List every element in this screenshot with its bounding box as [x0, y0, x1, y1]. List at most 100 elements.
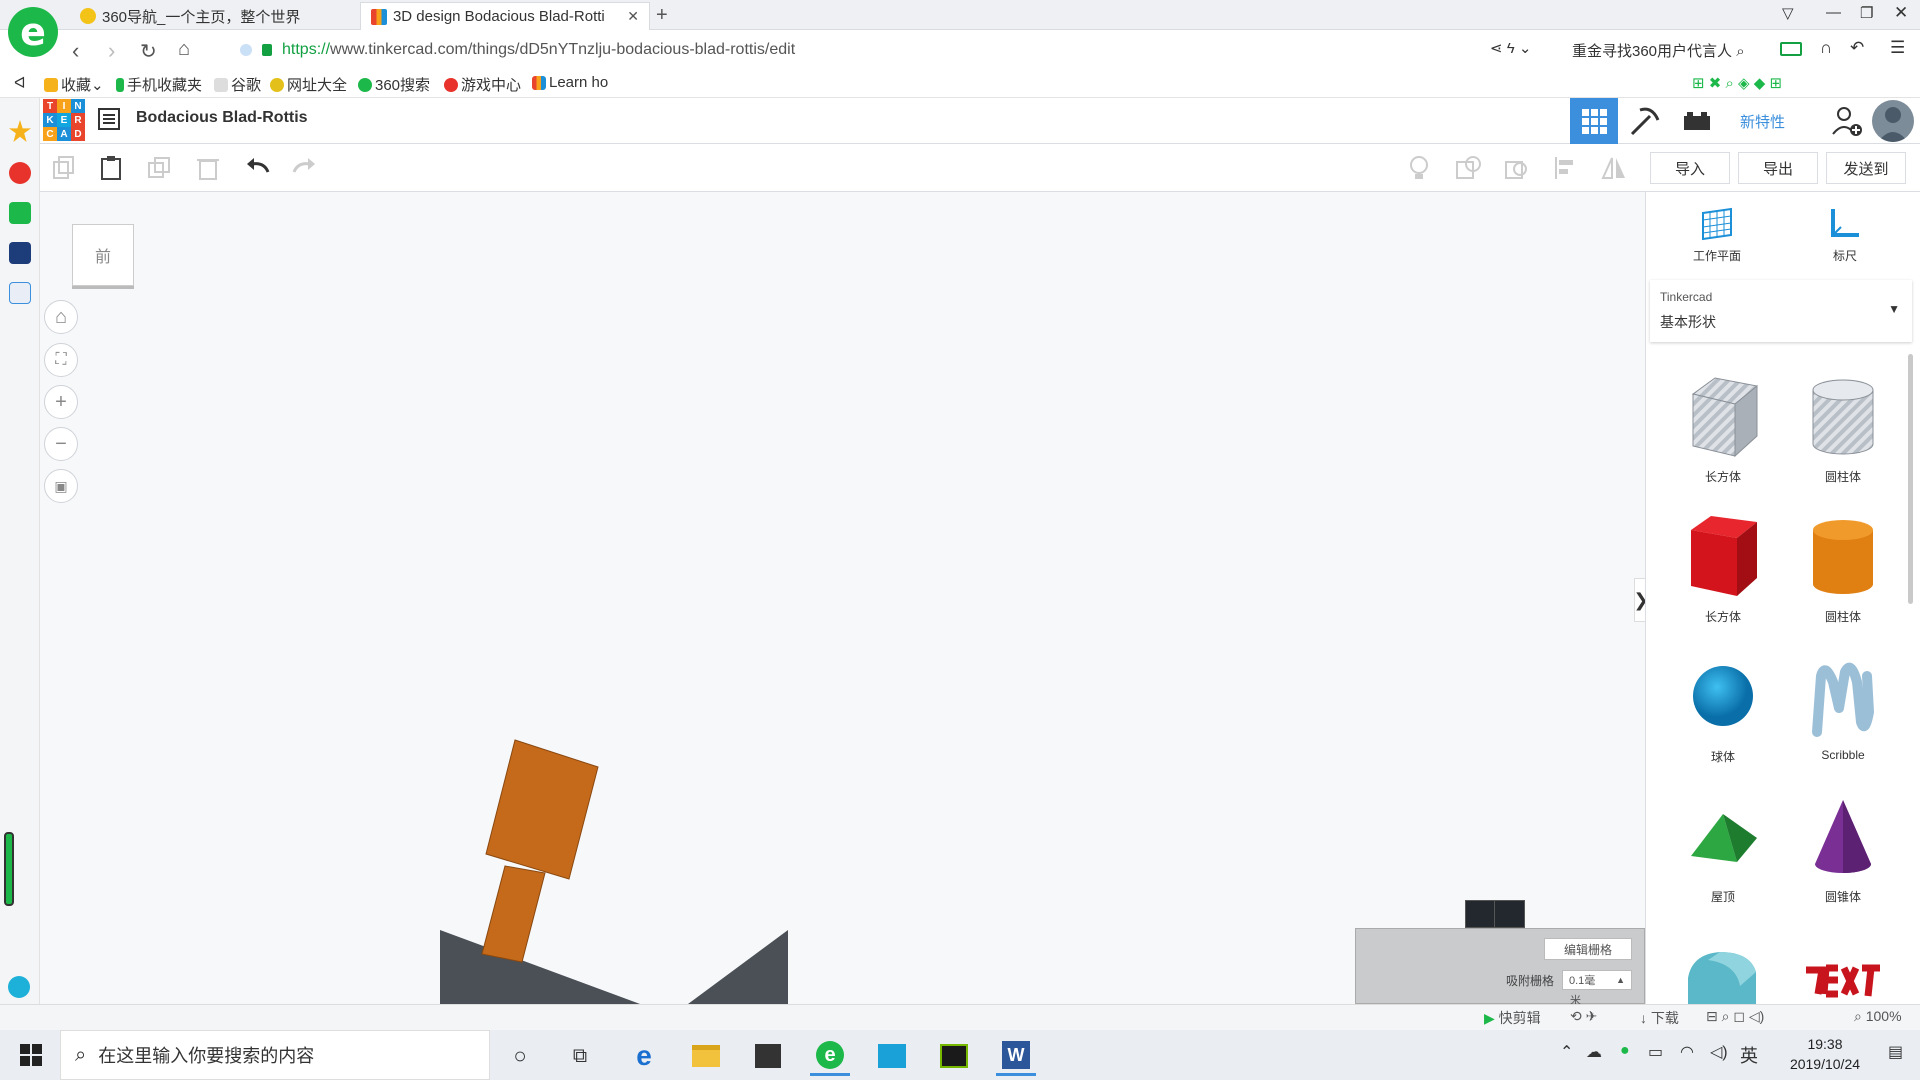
doc-icon[interactable] [9, 282, 31, 304]
edge-icon[interactable]: e [624, 1036, 664, 1076]
sidebar-toggle-icon[interactable]: ᐊ [14, 74, 26, 92]
menu-icon[interactable]: ☰ [1890, 38, 1905, 58]
taskbar-clock[interactable]: 19:38 2019/10/24 [1780, 1034, 1870, 1074]
tinkercad-logo[interactable]: T I N K E R C A D [43, 99, 85, 141]
import-button[interactable]: 导入 [1650, 152, 1730, 184]
restore-icon[interactable]: ❐ [1860, 4, 1873, 22]
ortho-view-icon[interactable]: ▣ [44, 469, 78, 503]
delete-icon[interactable] [194, 154, 222, 182]
shape-text[interactable] [1800, 950, 1890, 1004]
edit-grid-button[interactable]: 编辑栅格 [1544, 938, 1632, 960]
store-icon[interactable] [748, 1036, 788, 1076]
cortana-icon[interactable]: ○ [500, 1036, 540, 1076]
undo-icon[interactable] [244, 154, 272, 182]
browser-360-icon[interactable]: e [810, 1036, 850, 1076]
weibo-icon[interactable] [9, 162, 31, 184]
workplane-canvas[interactable] [40, 192, 1645, 1004]
bookmark-sites[interactable]: 网址大全 [270, 74, 347, 95]
taskbar-search-box[interactable]: ⌕ 在这里输入你要搜索的内容 [60, 1030, 490, 1080]
dark-block[interactable] [1465, 900, 1525, 928]
undo-close-icon[interactable]: ↶ [1850, 38, 1864, 58]
shape-box[interactable]: 长方体 [1668, 512, 1778, 625]
workplane-tool[interactable]: 工作平面 [1672, 205, 1762, 264]
shape-half-cylinder[interactable] [1680, 946, 1764, 1004]
add-user-icon[interactable] [1830, 104, 1864, 138]
news-icon[interactable] [9, 242, 31, 264]
nvidia-icon[interactable] [934, 1036, 974, 1076]
ruler-tool[interactable]: 标尺 [1800, 205, 1890, 264]
blocks-pickaxe-icon[interactable] [1628, 104, 1662, 138]
url-input[interactable]: https://www.tinkercad.com/things/dD5nYTn… [282, 38, 795, 62]
battery-icon[interactable] [1780, 42, 1802, 56]
skin-icon[interactable]: ▽ [1782, 4, 1794, 22]
shape-library-select[interactable]: Tinkercad 基本形状 ▼ [1650, 280, 1912, 342]
volume-icon[interactable]: ◁) [1710, 1042, 1728, 1062]
zoom-in-icon[interactable]: + [44, 385, 78, 419]
word-icon[interactable]: W [996, 1036, 1036, 1076]
bookmark-favorites[interactable]: 收藏 ⌄ [44, 74, 104, 95]
ime-indicator[interactable]: 英 [1740, 1042, 1758, 1068]
extension-icon[interactable]: ⊞ ✖ ⌕ ◈ ◆ ⊞ [1692, 74, 1782, 92]
video-player-icon[interactable] [872, 1036, 912, 1076]
search-icon[interactable]: ⌕ [1736, 43, 1744, 60]
status-tools-icon[interactable]: ⟲ ✈ [1570, 1008, 1597, 1025]
shape-roof[interactable]: 屋顶 [1668, 792, 1778, 905]
mail-icon[interactable] [9, 202, 31, 224]
zoom-level[interactable]: ⌕ 100% [1854, 1008, 1902, 1025]
bookmark-360search[interactable]: 360搜索 [358, 74, 430, 95]
tab-tinkercad[interactable]: 3D design Bodacious Blad-Rotti ✕ [360, 2, 650, 30]
download-button[interactable]: ↓ 下载 [1640, 1008, 1679, 1028]
view-cube[interactable]: 前 [72, 224, 134, 286]
new-features-link[interactable]: 新特性 [1740, 111, 1785, 132]
bookmark-learn[interactable]: Learn ho [532, 74, 608, 91]
search-promo[interactable]: 重金寻找360用户代言人 ⌕ [1572, 40, 1745, 61]
design-list-icon[interactable] [98, 108, 120, 130]
mirror-icon[interactable] [1600, 154, 1628, 182]
notification-icon[interactable]: ▤ [1888, 1042, 1903, 1062]
reload-icon[interactable]: ↻ [140, 39, 157, 64]
windows-start-icon[interactable] [20, 1044, 42, 1066]
tab-360-nav[interactable]: 360导航_一个主页，整个世界 [70, 2, 360, 30]
zoom-out-icon[interactable]: − [44, 427, 78, 461]
shape-scribble[interactable]: Scribble [1788, 652, 1898, 762]
bookmark-google[interactable]: 谷歌 [214, 74, 261, 95]
shape-sphere[interactable]: 球体 [1668, 652, 1778, 765]
group-icon[interactable] [1454, 154, 1482, 182]
paste-icon[interactable] [97, 154, 125, 182]
bookmark-mobile[interactable]: 手机收藏夹 [116, 74, 202, 95]
shape-cylinder[interactable]: 圆柱体 [1788, 512, 1898, 625]
home-icon[interactable]: ⌂ [178, 38, 190, 61]
snap-grid-select[interactable]: 0.1毫 ▲ [1562, 970, 1632, 990]
clip-button[interactable]: ▶ 快剪辑 [1484, 1008, 1541, 1028]
new-tab-button[interactable]: + [656, 4, 668, 27]
align-icon[interactable] [1552, 154, 1580, 182]
status-misc-icon[interactable]: ⊟ ⌕ ◻ ◁) [1706, 1008, 1764, 1025]
copy-icon[interactable] [50, 154, 78, 182]
battery-tray-icon[interactable]: ▭ [1648, 1042, 1663, 1062]
send-to-button[interactable]: 发送到 [1826, 152, 1906, 184]
minimize-icon[interactable]: — [1826, 4, 1841, 21]
close-window-icon[interactable]: ✕ [1894, 3, 1908, 23]
back-icon[interactable]: ‹ [72, 38, 79, 64]
ungroup-icon[interactable] [1503, 154, 1531, 182]
sidebar-add-icon[interactable] [8, 976, 30, 998]
file-explorer-icon[interactable] [686, 1036, 726, 1076]
shape-cylinder-hole[interactable]: 圆柱体 [1788, 372, 1898, 485]
design-title[interactable]: Bodacious Blad-Rottis [136, 109, 308, 127]
wifi-icon[interactable]: ◠ [1680, 1042, 1694, 1062]
tray-expand-icon[interactable]: ⌃ [1560, 1042, 1573, 1062]
browser-logo[interactable]: e [8, 7, 58, 57]
bricks-icon[interactable] [1682, 108, 1712, 134]
headset-icon[interactable]: ∩ [1820, 38, 1832, 58]
task-view-icon[interactable]: ⧉ [560, 1036, 600, 1076]
home-view-icon[interactable]: ⌂ [44, 300, 78, 334]
lightbulb-icon[interactable] [1405, 154, 1433, 182]
scene-objects[interactable] [430, 730, 810, 1004]
avatar[interactable] [1872, 100, 1914, 142]
bookmark-games[interactable]: 游戏中心 [444, 74, 521, 95]
tab-close-icon[interactable]: ✕ [627, 8, 639, 25]
shapes-scrollbar[interactable] [1908, 354, 1913, 604]
duplicate-icon[interactable] [146, 154, 174, 182]
forward-icon[interactable]: › [108, 38, 115, 64]
redo-icon[interactable] [290, 154, 318, 182]
